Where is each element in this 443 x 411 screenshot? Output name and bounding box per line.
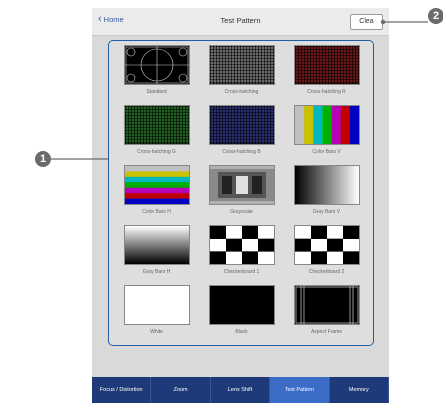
callout-2-marker: 2	[428, 8, 443, 24]
callout-2-line	[380, 19, 428, 25]
